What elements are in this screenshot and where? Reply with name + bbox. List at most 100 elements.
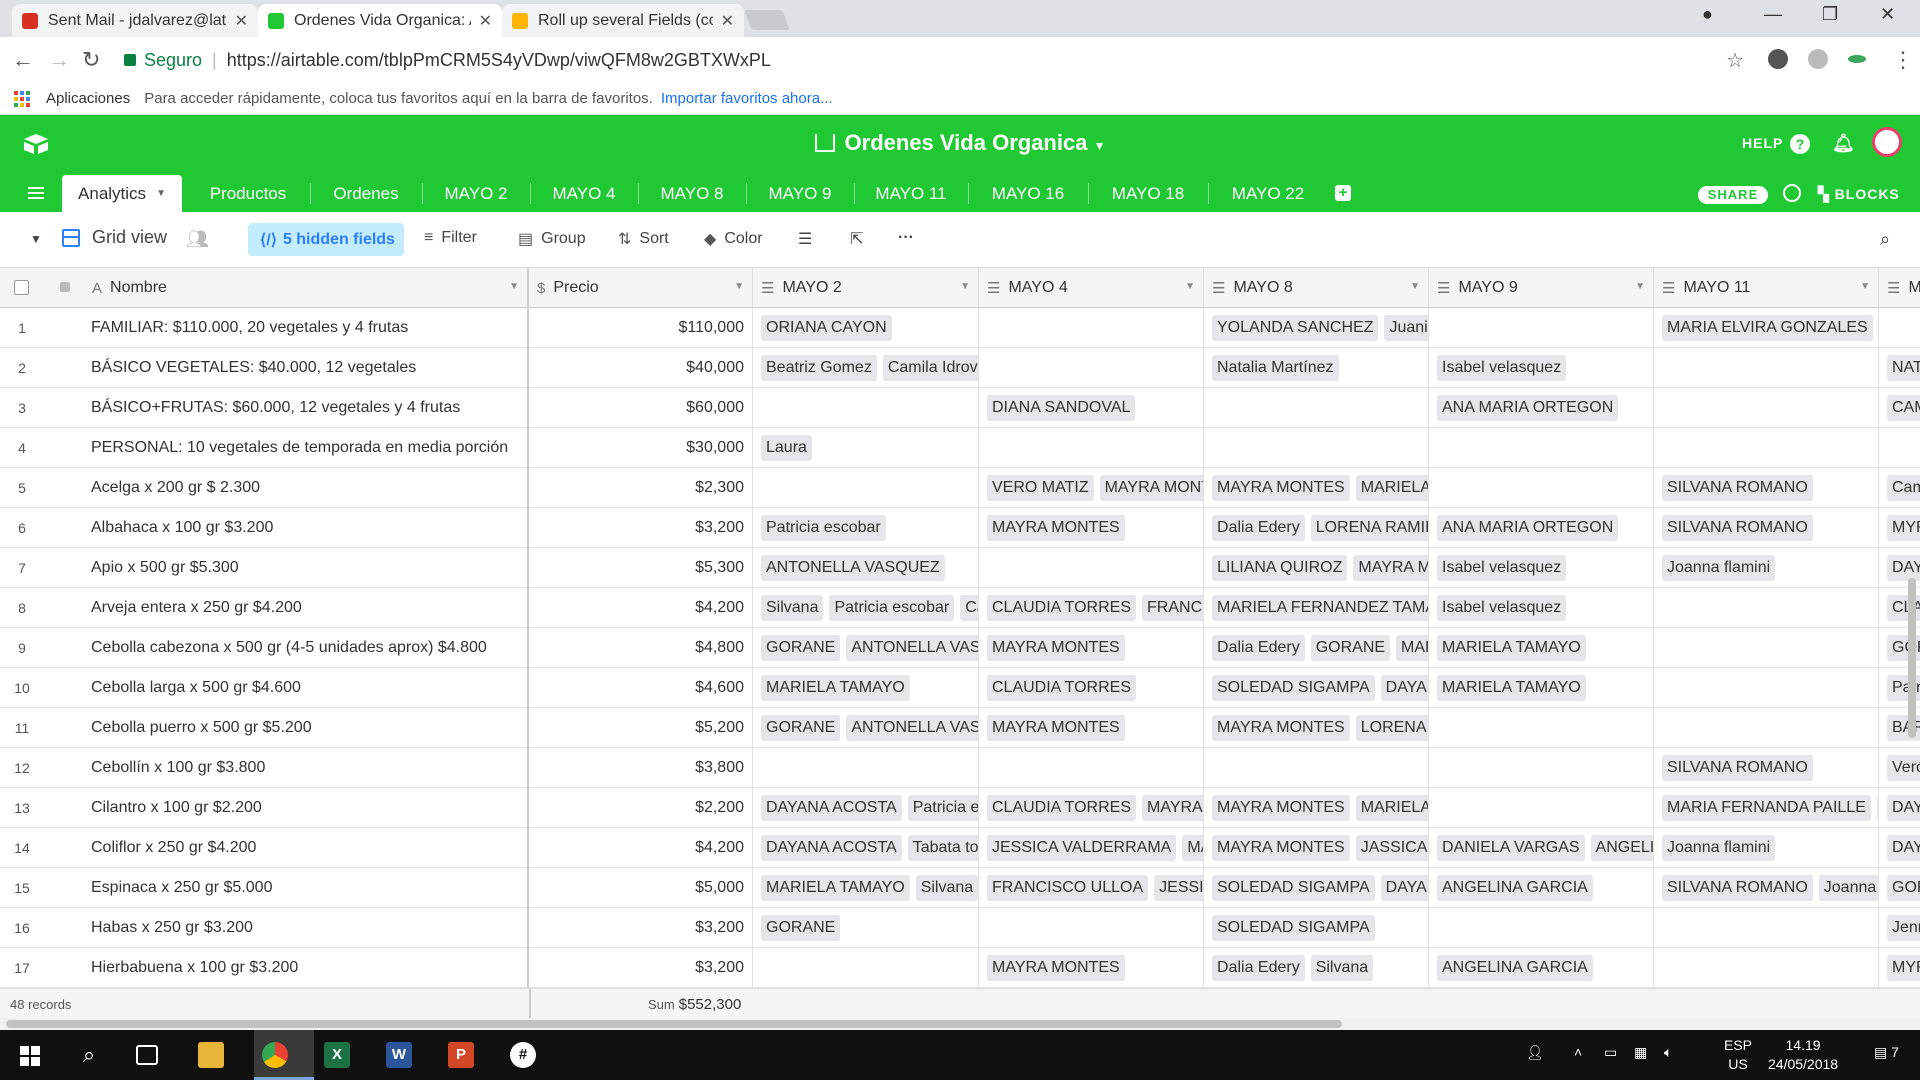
close-icon[interactable]: ✕ xyxy=(235,11,248,31)
cell-precio[interactable]: $3,200 xyxy=(529,908,753,948)
cell-mayo-4[interactable]: MAYRA MONTES xyxy=(979,628,1204,668)
linked-record-chip[interactable]: LORENA RAMIREZ xyxy=(1355,715,1428,741)
share-view-icon[interactable]: ⇱ xyxy=(850,229,863,249)
linked-record-chip[interactable]: MARIELA xyxy=(1396,635,1428,661)
linked-record-chip[interactable]: FRANCISCO xyxy=(1142,595,1203,621)
search-icon[interactable]: ⌕ xyxy=(76,1042,102,1068)
table-row[interactable]: 8 Arveja entera x 250 gr $4.200 $4,200 Silv… xyxy=(0,588,1920,628)
cell-nombre[interactable]: BÁSICO+FRUTAS: $60.000, 12 vegetales y 4… xyxy=(44,388,529,428)
linked-record-chip[interactable]: MAYRA MONTES xyxy=(1212,795,1350,821)
linked-record-chip[interactable]: Laura xyxy=(761,435,812,461)
excel-icon[interactable]: X xyxy=(324,1042,350,1068)
table-row[interactable]: 13 Cilantro x 100 gr $2.200 $2,200 DAYANA A… xyxy=(0,788,1920,828)
chevron-down-icon[interactable]: ▼ xyxy=(1185,281,1195,292)
cell-mayo-8[interactable]: YOLANDA SANCHEZJuanita xyxy=(1204,308,1429,348)
cell-mayo-2[interactable]: MARIELA TAMAYO xyxy=(753,668,979,708)
linked-record-chip[interactable]: Silvana xyxy=(1310,955,1374,981)
cell-nombre[interactable]: BÁSICO VEGETALES: $40.000, 12 vegetales xyxy=(44,348,529,388)
linked-record-chip[interactable]: Juanita xyxy=(1384,315,1428,341)
linked-record-chip[interactable]: LILIANA QUIROZ xyxy=(1212,555,1348,581)
linked-record-chip[interactable]: MARIELA TAMAYO xyxy=(1437,635,1586,661)
cell-mayo-16[interactable]: Verónica xyxy=(1879,748,1920,788)
linked-record-chip[interactable]: ANTONELLA VASQUEZ xyxy=(761,555,945,581)
bookmark-star-icon[interactable]: ☆ xyxy=(1726,48,1744,73)
linked-record-chip[interactable]: GORANE xyxy=(1310,635,1391,661)
linked-record-chip[interactable]: MAYRA MONTES xyxy=(1212,835,1350,861)
linked-record-chip[interactable]: CLAUDIA TORRES xyxy=(987,595,1137,621)
forward-icon[interactable]: → xyxy=(48,47,70,73)
cell-mayo-11[interactable] xyxy=(1654,348,1879,388)
cell-mayo-4[interactable]: VERO MATIZMAYRA MONTES xyxy=(979,468,1204,508)
linked-record-chip[interactable]: MYRIAM xyxy=(1887,955,1920,981)
cell-mayo-11[interactable] xyxy=(1654,708,1879,748)
cell-precio[interactable]: $2,200 xyxy=(529,788,753,828)
cell-mayo-9[interactable]: ANA MARIA ORTEGON xyxy=(1429,508,1654,548)
cell-mayo-4[interactable]: CLAUDIA TORRESMAYRA MONTES xyxy=(979,788,1204,828)
import-bookmarks-link[interactable]: Importar favoritos ahora... xyxy=(661,90,833,107)
history-icon[interactable] xyxy=(1783,184,1801,202)
linked-record-chip[interactable]: Beatriz Gomez xyxy=(761,355,877,381)
cell-precio[interactable]: $3,200 xyxy=(529,508,753,548)
minimize-icon[interactable]: — xyxy=(1764,4,1782,25)
cell-mayo-2[interactable]: GORANE xyxy=(753,908,979,948)
linked-record-chip[interactable]: CLAUDIA TORRES xyxy=(987,795,1137,821)
linked-record-chip[interactable]: SOLEDAD SIGAMPA xyxy=(1212,915,1375,941)
cell-precio[interactable]: $110,000 xyxy=(529,308,753,348)
cell-mayo-4[interactable]: CLAUDIA TORRESFRANCISCO xyxy=(979,588,1204,628)
cell-mayo-2[interactable] xyxy=(753,948,979,988)
cell-mayo-9[interactable] xyxy=(1429,468,1654,508)
new-tab-button[interactable] xyxy=(744,10,790,30)
linked-record-chip[interactable]: Patricia escobar xyxy=(829,595,955,621)
cell-mayo-2[interactable] xyxy=(753,468,979,508)
cell-nombre[interactable]: Arveja entera x 250 gr $4.200 xyxy=(44,588,529,628)
cell-mayo-16[interactable]: MYRIAM xyxy=(1879,508,1920,548)
more-options-icon[interactable]: ··· xyxy=(898,229,914,247)
cell-mayo-2[interactable] xyxy=(753,748,979,788)
cell-mayo-11[interactable] xyxy=(1654,948,1879,988)
cell-mayo-4[interactable] xyxy=(979,548,1204,588)
tab-mayo-8[interactable]: MAYO 8 xyxy=(642,175,742,212)
cell-mayo-16[interactable]: Jennifer xyxy=(1879,908,1920,948)
cell-precio[interactable]: $2,300 xyxy=(529,468,753,508)
column-header-mayo-11[interactable]: ☰ MAYO 11 ▼ xyxy=(1654,268,1879,308)
table-row[interactable]: 15 Espinaca x 250 gr $5.000 $5,000 MARIELA … xyxy=(0,868,1920,908)
linked-record-chip[interactable]: Dalia Edery xyxy=(1212,515,1305,541)
cell-mayo-9[interactable]: MARIELA TAMAYO xyxy=(1429,628,1654,668)
blocks-button[interactable]: ▚ BLOCKS xyxy=(1818,186,1900,203)
cell-nombre[interactable]: Acelga x 200 gr $ 2.300 xyxy=(44,468,529,508)
cell-nombre[interactable]: Coliflor x 250 gr $4.200 xyxy=(44,828,529,868)
cell-mayo-11[interactable]: MARIA FERNANDA PAILLESILVANA xyxy=(1654,788,1879,828)
cell-mayo-8[interactable]: Dalia EderyGORANEMARIELA xyxy=(1204,628,1429,668)
cell-mayo-8[interactable]: MARIELA FERNANDEZ TAMAYO xyxy=(1204,588,1429,628)
tab-mayo-16[interactable]: MAYO 16 xyxy=(972,175,1084,212)
restore-icon[interactable]: ❐ xyxy=(1822,4,1838,25)
cell-mayo-11[interactable]: SILVANA ROMANOJoanna flamini xyxy=(1654,868,1879,908)
linked-record-chip[interactable]: MAYRA MONTES xyxy=(1142,795,1203,821)
linked-record-chip[interactable]: Patricia escobar xyxy=(761,515,886,541)
powerpoint-icon[interactable]: P xyxy=(448,1042,474,1068)
linked-record-chip[interactable]: MAYRA MONTES xyxy=(987,955,1125,981)
table-row[interactable]: 14 Coliflor x 250 gr $4.200 $4,200 DAYANA A… xyxy=(0,828,1920,868)
cell-mayo-8[interactable] xyxy=(1204,388,1429,428)
table-row[interactable]: 9 Cebolla cabezona x 500 gr (4-5 unidades… xyxy=(0,628,1920,668)
menu-kebab-icon[interactable]: ⋮ xyxy=(1892,47,1914,73)
cell-mayo-4[interactable] xyxy=(979,428,1204,468)
linked-record-chip[interactable]: Joanna flamini xyxy=(1662,555,1776,581)
volume-icon[interactable]: 🔈︎ xyxy=(1664,1044,1672,1061)
cell-mayo-11[interactable]: Joanna flamini xyxy=(1654,828,1879,868)
chevron-down-icon[interactable]: ▼ xyxy=(734,281,744,292)
color-button[interactable]: ◆ Color xyxy=(704,229,763,249)
cell-mayo-11[interactable] xyxy=(1654,428,1879,468)
cell-mayo-2[interactable]: GORANEANTONELLA VASQUEZ xyxy=(753,628,979,668)
cell-mayo-8[interactable]: SOLEDAD SIGAMPADAYANA xyxy=(1204,868,1429,908)
cell-mayo-2[interactable]: DAYANA ACOSTAPatricia escobar xyxy=(753,788,979,828)
cell-mayo-4[interactable]: MAYRA MONTES xyxy=(979,508,1204,548)
cell-mayo-9[interactable]: MARIELA TAMAYO xyxy=(1429,668,1654,708)
cell-nombre[interactable]: Cebolla larga x 500 gr $4.600 xyxy=(44,668,529,708)
linked-record-chip[interactable]: MARIA FERNANDA PAILLE xyxy=(1662,795,1871,821)
cell-mayo-16[interactable] xyxy=(1879,428,1920,468)
cell-mayo-16[interactable] xyxy=(1879,308,1920,348)
tab-mayo-9[interactable]: MAYO 9 xyxy=(750,175,850,212)
horizontal-scrollbar[interactable] xyxy=(0,1018,1920,1030)
extension-rainbow-icon[interactable] xyxy=(1848,55,1866,63)
